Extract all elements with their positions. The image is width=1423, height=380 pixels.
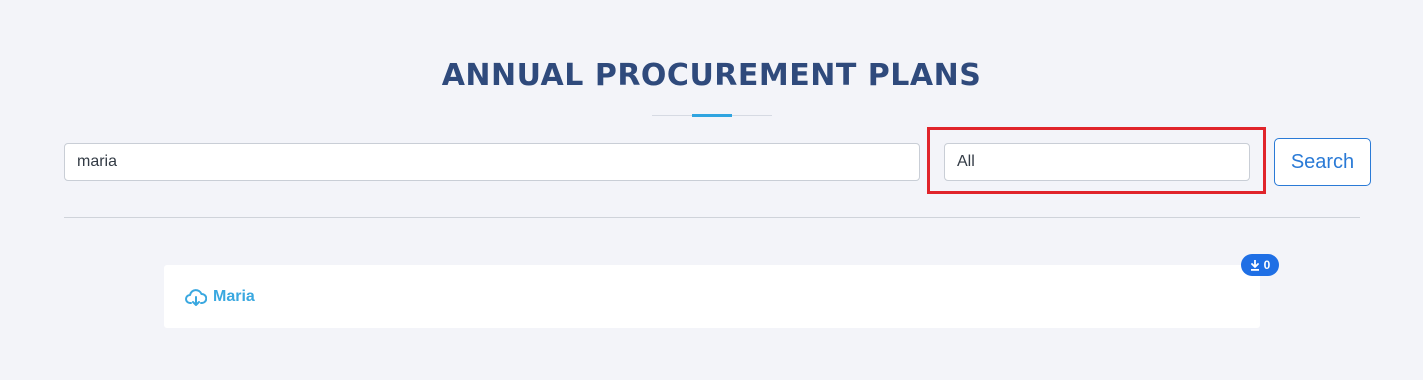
result-name: Maria — [213, 288, 255, 305]
page: ANNUAL PROCUREMENT PLANS All Search Mari… — [0, 0, 1423, 380]
download-icon — [1250, 258, 1260, 271]
divider — [64, 217, 1360, 218]
cloud-download-icon — [185, 288, 208, 306]
download-count: 0 — [1263, 258, 1271, 272]
result-card: Maria — [164, 265, 1260, 328]
category-select[interactable]: All — [944, 143, 1250, 181]
title-underline-accent — [692, 114, 732, 117]
search-input[interactable] — [64, 143, 920, 181]
page-title: ANNUAL PROCUREMENT PLANS — [441, 58, 982, 93]
search-button[interactable]: Search — [1274, 138, 1371, 186]
download-count-badge: 0 — [1241, 254, 1279, 276]
result-link[interactable]: Maria — [185, 286, 255, 308]
